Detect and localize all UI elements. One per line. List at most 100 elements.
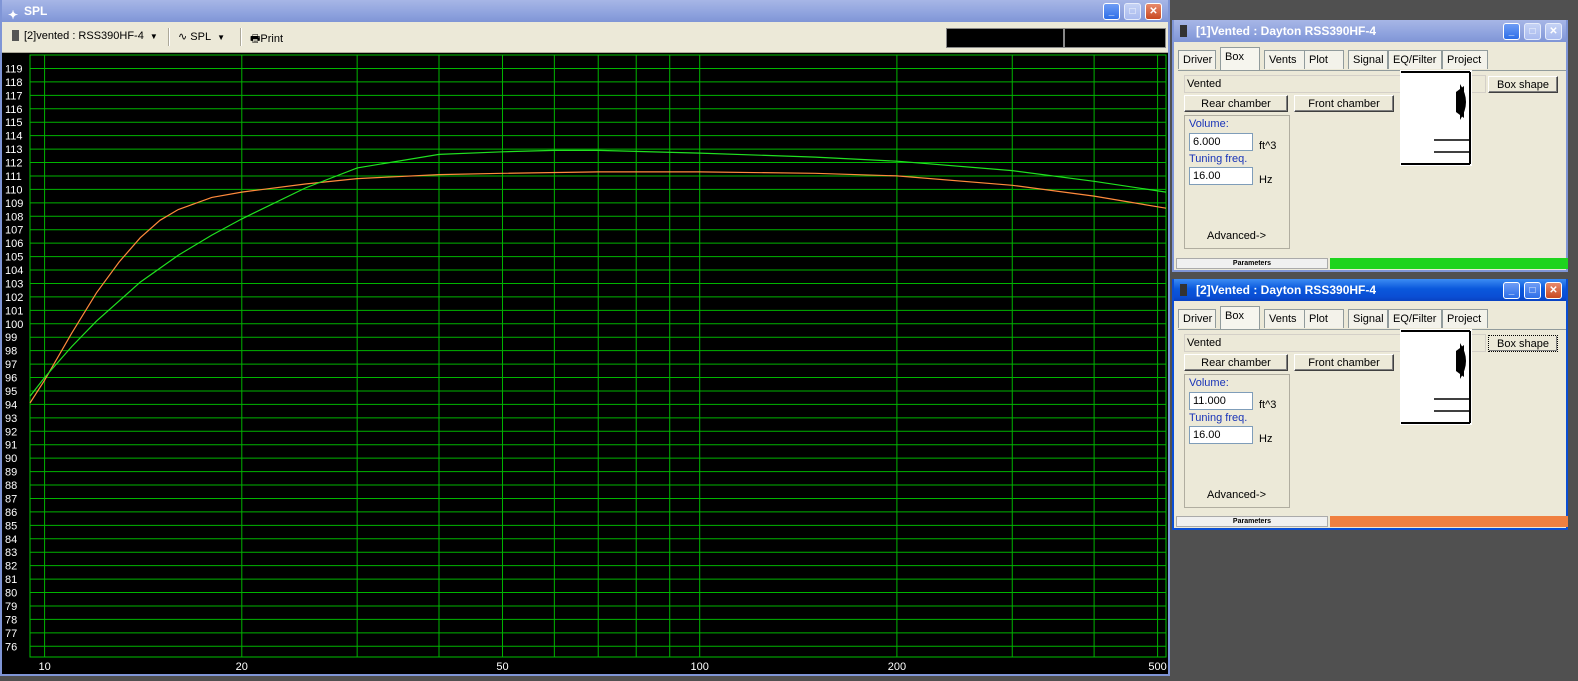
y-tick-label: 106 bbox=[5, 238, 23, 250]
spl-toolbar: [2]vented : RSS390HF-4 ▼ ∿ SPL ▼ 🖶Print bbox=[2, 22, 1168, 53]
speaker-icon bbox=[12, 30, 19, 41]
box-panel-1: [1]Vented : Dayton RSS390HF-4 _ □ ✕ Driv… bbox=[1172, 20, 1568, 272]
status-label: Parameters bbox=[1176, 258, 1328, 269]
y-tick-label: 90 bbox=[5, 453, 17, 465]
y-tick-label: 115 bbox=[5, 117, 23, 129]
printer-icon: 🖶 bbox=[250, 33, 261, 45]
tab-eq-filter[interactable]: EQ/Filter bbox=[1388, 309, 1442, 328]
tab-project[interactable]: Project bbox=[1442, 50, 1488, 69]
tab-plot[interactable]: Plot bbox=[1304, 50, 1344, 69]
maximize-button[interactable]: □ bbox=[1124, 3, 1141, 20]
x-tick-label: 100 bbox=[691, 661, 709, 673]
advanced-link[interactable]: Advanced-> bbox=[1207, 230, 1266, 242]
y-tick-label: 113 bbox=[5, 144, 23, 156]
tab-vents[interactable]: Vents bbox=[1264, 309, 1306, 328]
x-tick-label: 500 bbox=[1148, 661, 1166, 673]
y-tick-label: 102 bbox=[5, 292, 23, 304]
tuning-input[interactable]: 16.00 bbox=[1189, 167, 1253, 185]
chevron-down-icon: ▼ bbox=[149, 32, 158, 41]
readout-box-1 bbox=[946, 28, 1064, 48]
minimize-button[interactable]: _ bbox=[1103, 3, 1120, 20]
rear-chamber-group: Volume: 6.000 ft^3 Tuning freq. 16.00 Hz… bbox=[1184, 115, 1290, 249]
close-button[interactable]: ✕ bbox=[1145, 3, 1162, 20]
print-label: Print bbox=[260, 33, 284, 45]
volume-input[interactable]: 11.000 bbox=[1189, 392, 1253, 410]
status-indicator bbox=[1330, 516, 1568, 527]
y-tick-label: 118 bbox=[5, 77, 23, 89]
tab-signal[interactable]: Signal bbox=[1348, 309, 1388, 328]
tuning-unit: Hz bbox=[1259, 174, 1273, 186]
advanced-link[interactable]: Advanced-> bbox=[1207, 489, 1266, 501]
y-tick-label: 112 bbox=[5, 158, 23, 170]
tab-vents[interactable]: Vents bbox=[1264, 50, 1306, 69]
spl-window: ✦ SPL _ □ ✕ [2]vented : RSS390HF-4 ▼ ∿ SP… bbox=[0, 0, 1170, 676]
y-tick-label: 86 bbox=[5, 507, 17, 519]
minimize-button[interactable]: _ bbox=[1503, 23, 1520, 40]
chevron-down-icon: ▼ bbox=[217, 33, 225, 42]
x-tick-label: 10 bbox=[38, 661, 50, 673]
panel-2-statusbar: Parameters bbox=[1176, 516, 1568, 527]
tab-project[interactable]: Project bbox=[1442, 309, 1488, 328]
y-tick-label: 83 bbox=[5, 547, 17, 559]
print-button[interactable]: 🖶Print bbox=[250, 30, 283, 49]
view-select-label: SPL bbox=[190, 31, 212, 43]
spl-chart: 7677 787980 8182 8384 8586 878889 9091 9293 9495… bbox=[5, 54, 1167, 673]
close-button[interactable]: ✕ bbox=[1545, 23, 1562, 40]
y-tick-label: 95 bbox=[5, 386, 17, 398]
toolbar-separator bbox=[240, 28, 242, 46]
y-tick-label: 77 bbox=[5, 628, 17, 640]
y-tick-label: 107 bbox=[5, 225, 23, 237]
spl-window-title: SPL bbox=[24, 4, 48, 18]
toolbar-separator bbox=[168, 28, 170, 46]
tuning-input[interactable]: 16.00 bbox=[1189, 426, 1253, 444]
close-button[interactable]: ✕ bbox=[1545, 282, 1562, 299]
y-tick-label: 93 bbox=[5, 413, 17, 425]
panel-1-titlebar[interactable]: [1]Vented : Dayton RSS390HF-4 _ □ ✕ bbox=[1174, 20, 1566, 42]
y-tick-label: 89 bbox=[5, 467, 17, 479]
y-tick-label: 98 bbox=[5, 346, 17, 358]
y-tick-label: 80 bbox=[5, 588, 17, 600]
panel-2-title: [2]Vented : Dayton RSS390HF-4 bbox=[1196, 283, 1377, 297]
panel-1-statusbar: Parameters bbox=[1176, 258, 1568, 269]
tuning-label: Tuning freq. bbox=[1189, 153, 1248, 165]
box-shape-button[interactable]: Box shape bbox=[1488, 335, 1558, 352]
y-tick-label: 96 bbox=[5, 373, 17, 385]
tab-driver[interactable]: Driver bbox=[1178, 309, 1216, 328]
waveform-icon: ∿ bbox=[178, 31, 188, 43]
status-label: Parameters bbox=[1176, 516, 1328, 527]
tab-driver[interactable]: Driver bbox=[1178, 50, 1216, 69]
box-shape-button[interactable]: Box shape bbox=[1488, 76, 1558, 93]
y-tick-label: 97 bbox=[5, 359, 17, 371]
front-chamber-button[interactable]: Front chamber bbox=[1294, 95, 1394, 112]
box-panel-2: [2]Vented : Dayton RSS390HF-4 _ □ ✕ Driv… bbox=[1172, 279, 1568, 530]
tab-box[interactable]: Box bbox=[1220, 47, 1260, 70]
maximize-button[interactable]: □ bbox=[1524, 23, 1541, 40]
view-select[interactable]: ∿ SPL ▼ bbox=[178, 30, 225, 43]
readout-box-2 bbox=[1064, 28, 1166, 48]
tuning-unit: Hz bbox=[1259, 433, 1273, 445]
tab-eq-filter[interactable]: EQ/Filter bbox=[1388, 50, 1442, 69]
panel-1-title: [1]Vented : Dayton RSS390HF-4 bbox=[1196, 24, 1377, 38]
minimize-button[interactable]: _ bbox=[1503, 282, 1520, 299]
speaker-icon bbox=[1180, 25, 1187, 37]
y-tick-label: 87 bbox=[5, 493, 17, 505]
maximize-button[interactable]: □ bbox=[1524, 282, 1541, 299]
tab-signal[interactable]: Signal bbox=[1348, 50, 1388, 69]
y-tick-label: 94 bbox=[5, 399, 17, 411]
tab-plot[interactable]: Plot bbox=[1304, 309, 1344, 328]
front-chamber-button[interactable]: Front chamber bbox=[1294, 354, 1394, 371]
volume-input[interactable]: 6.000 bbox=[1189, 133, 1253, 151]
x-tick-label: 200 bbox=[888, 661, 906, 673]
rear-chamber-button[interactable]: Rear chamber bbox=[1184, 95, 1288, 112]
tab-box[interactable]: Box bbox=[1220, 306, 1260, 329]
volume-unit: ft^3 bbox=[1259, 140, 1277, 152]
rear-chamber-button[interactable]: Rear chamber bbox=[1184, 354, 1288, 371]
panel-2-titlebar[interactable]: [2]Vented : Dayton RSS390HF-4 _ □ ✕ bbox=[1174, 279, 1566, 301]
y-tick-label: 84 bbox=[5, 534, 17, 546]
project-select[interactable]: [2]vented : RSS390HF-4 ▼ bbox=[12, 30, 158, 42]
y-tick-label: 100 bbox=[5, 319, 23, 331]
status-indicator bbox=[1330, 258, 1568, 269]
spl-plot[interactable]: 76 77 78 79 80 81 82 83 84 85 86 87 88 89 90 91 92 93 94 95… bbox=[2, 53, 1168, 674]
y-tick-label: 119 bbox=[5, 63, 23, 75]
spl-titlebar[interactable]: ✦ SPL _ □ ✕ bbox=[2, 0, 1168, 22]
